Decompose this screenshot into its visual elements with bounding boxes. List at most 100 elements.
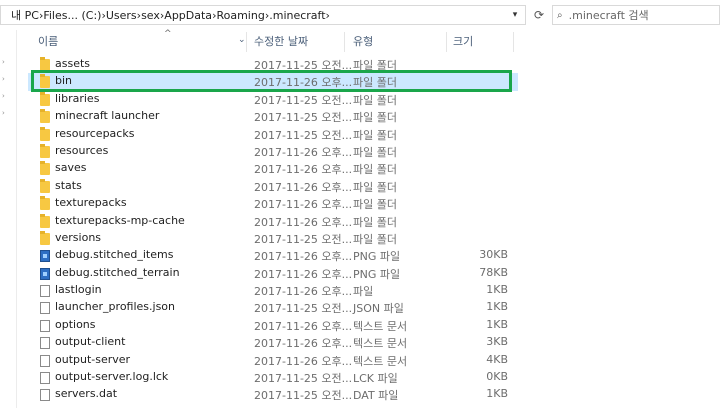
file-date: 2017-11-26 오후... (254, 145, 353, 159)
chevron-down-icon[interactable]: ▾ (508, 8, 522, 22)
search-placeholder: .minecraft 검색 (568, 9, 649, 22)
file-size: 78KB (479, 265, 508, 279)
list-item[interactable]: saves 2017-11-26 오후... 파일 폴더 (28, 160, 518, 177)
file-icon (40, 302, 50, 315)
file-type: 텍스트 문서 (353, 319, 408, 333)
list-item[interactable]: assets 2017-11-25 오전... 파일 폴더 (28, 56, 518, 73)
folder-icon (40, 161, 50, 176)
refresh-icon[interactable]: ⟳ (529, 5, 549, 25)
folder-icon (40, 91, 50, 106)
list-item[interactable]: libraries 2017-11-25 오전... 파일 폴더 (28, 91, 518, 108)
file-name: debug.stitched_items (55, 248, 174, 262)
list-item[interactable]: debug.stitched_terrain 2017-11-26 오후... PN… (28, 265, 518, 282)
breadcrumb-separator-icon[interactable]: › (326, 9, 330, 22)
file-size: 1KB (486, 283, 508, 297)
breadcrumb: 내 PC › Files... (C:) › Users › sex › AppData › Roa… (11, 7, 330, 23)
file-name: minecraft launcher (55, 109, 160, 123)
list-item[interactable]: lastlogin 2017-11-26 오후... 파일 1KB (28, 282, 518, 299)
list-item[interactable]: launcher_profiles.json 2017-11-25 오전... JS… (28, 299, 518, 316)
list-item[interactable]: servers.dat 2017-11-25 오전... DAT 파일 1KB (28, 386, 518, 403)
file-icon (40, 389, 50, 402)
file-date: 2017-11-25 오전... (254, 128, 353, 142)
text-file-icon (40, 319, 50, 332)
breadcrumb-item[interactable]: 내 PC (11, 7, 39, 23)
file-date: 2017-11-25 오전... (254, 302, 353, 316)
file-size: 4KB (486, 352, 508, 366)
breadcrumb-item[interactable]: Users (106, 9, 137, 22)
expand-arrow-icon[interactable]: › (2, 92, 5, 100)
column-divider[interactable] (513, 32, 514, 52)
file-size: 0KB (486, 370, 508, 384)
column-header: ^ 이름 ⌄ 수정한 날짜 유형 크기 (28, 29, 514, 52)
file-type: 파일 폴더 (353, 76, 397, 90)
list-item[interactable]: output-server 2017-11-26 오후... 텍스트 문서 4KB (28, 352, 518, 369)
column-header-name[interactable]: 이름 (38, 30, 58, 52)
column-divider[interactable] (246, 32, 247, 52)
file-name: texturepacks (55, 196, 127, 210)
file-date: 2017-11-26 오후... (254, 267, 353, 281)
file-date: 2017-11-26 오후... (254, 163, 353, 177)
file-size: 1KB (486, 387, 508, 401)
file-name: versions (55, 230, 102, 244)
file-type: DAT 파일 (353, 389, 399, 403)
file-type: 파일 (353, 285, 374, 299)
column-header-date[interactable]: 수정한 날짜 (254, 30, 308, 52)
file-date: 2017-11-25 오전... (254, 111, 353, 125)
file-name: saves (55, 161, 87, 175)
file-name: libraries (55, 91, 100, 105)
list-item[interactable]: minecraft launcher 2017-11-25 오전... 파일 폴더 (28, 108, 518, 125)
column-header-size[interactable]: 크기 (453, 30, 473, 52)
list-item[interactable]: bin 2017-11-26 오후... 파일 폴더 (28, 73, 518, 91)
file-date: 2017-11-26 오후... (254, 215, 353, 229)
file-type: 파일 폴더 (353, 111, 397, 125)
breadcrumb-item[interactable]: AppData (164, 9, 212, 22)
file-type: 파일 폴더 (353, 145, 397, 159)
file-list: assets 2017-11-25 오전... 파일 폴더 bin 2017-11-26… (28, 56, 518, 404)
folder-icon (40, 109, 50, 124)
list-item[interactable]: resourcepacks 2017-11-25 오전... 파일 폴더 (28, 126, 518, 143)
file-date: 2017-11-26 오후... (254, 250, 353, 264)
list-item[interactable]: output-server.log.lck 2017-11-25 오전... LCK… (28, 369, 518, 386)
folder-icon (40, 213, 50, 228)
list-item[interactable]: texturepacks-mp-cache 2017-11-26 오후... 파일 … (28, 213, 518, 230)
breadcrumb-item[interactable]: Roaming (216, 9, 264, 22)
file-type: PNG 파일 (353, 267, 401, 281)
expand-arrow-icon[interactable]: › (2, 75, 5, 83)
breadcrumb-item[interactable]: sex (141, 9, 160, 22)
folder-icon (40, 126, 50, 141)
list-item[interactable]: stats 2017-11-26 오후... 파일 폴더 (28, 178, 518, 195)
list-item[interactable]: output-client 2017-11-26 오후... 텍스트 문서 3KB (28, 334, 518, 351)
list-item[interactable]: versions 2017-11-25 오전... 파일 폴더 (28, 230, 518, 247)
navigation-pane[interactable]: › › › › (0, 30, 17, 408)
file-size: 1KB (486, 317, 508, 331)
file-type: JSON 파일 (353, 302, 404, 316)
file-date: 2017-11-25 오전... (254, 372, 353, 386)
file-date: 2017-11-26 오후... (254, 337, 353, 351)
file-size: 1KB (486, 300, 508, 314)
file-date: 2017-11-25 오전... (254, 59, 353, 72)
file-type: 파일 폴더 (353, 198, 397, 212)
expand-arrow-icon[interactable]: › (2, 109, 5, 117)
image-file-icon (40, 267, 50, 280)
breadcrumb-item[interactable]: .minecraft (269, 9, 325, 22)
column-divider[interactable] (344, 32, 345, 52)
address-bar[interactable]: › 내 PC›Files... (C:)›Users›sex›AppData›R… (0, 5, 526, 25)
search-icon: ⌕ (557, 9, 563, 21)
expand-arrow-icon[interactable]: › (2, 58, 5, 66)
search-input[interactable]: ⌕ .minecraft 검색 (552, 5, 720, 25)
column-divider[interactable] (446, 32, 447, 52)
file-type: 텍스트 문서 (353, 337, 408, 351)
folder-icon (40, 143, 50, 158)
file-type: 파일 폴더 (353, 180, 397, 194)
file-date: 2017-11-26 오후... (254, 76, 353, 90)
list-item[interactable]: options 2017-11-26 오후... 텍스트 문서 1KB (28, 317, 518, 334)
list-item[interactable]: debug.stitched_items 2017-11-26 오후... PNG … (28, 247, 518, 264)
breadcrumb-item[interactable]: Files... (C:) (43, 9, 101, 22)
list-item[interactable]: texturepacks 2017-11-26 오후... 파일 폴더 (28, 195, 518, 212)
column-header-type[interactable]: 유형 (353, 30, 373, 52)
chevron-down-icon[interactable]: ⌄ (238, 35, 246, 45)
file-type: 파일 폴더 (353, 59, 397, 72)
file-name: debug.stitched_terrain (55, 265, 180, 279)
file-type: 텍스트 문서 (353, 354, 408, 368)
list-item[interactable]: resources 2017-11-26 오후... 파일 폴더 (28, 143, 518, 160)
